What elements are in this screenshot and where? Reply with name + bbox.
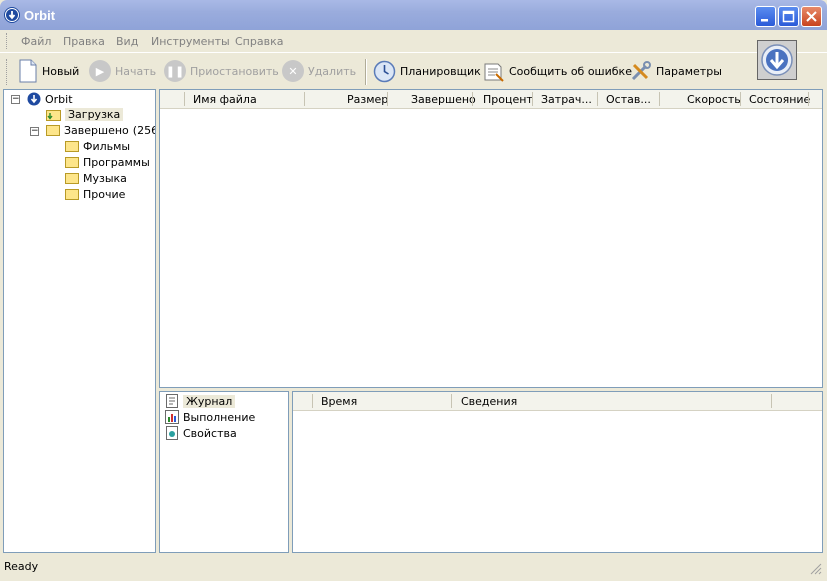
tree-item-completed[interactable]: Завершено (256) <box>46 124 155 137</box>
orbit-download-logo-icon <box>757 40 797 80</box>
report-icon <box>484 63 504 82</box>
detail-tabs: Журнал Выполнение Свойства <box>159 391 289 553</box>
column-divider <box>532 92 533 106</box>
category-tree: − Orbit Загрузка − Завершено (256) Фильм… <box>3 89 156 553</box>
column-elapsed[interactable]: Затрач... <box>541 93 592 106</box>
column-divider <box>304 92 305 106</box>
tab-properties[interactable]: Свойства <box>165 426 237 440</box>
collapse-completed-icon[interactable]: − <box>30 127 39 136</box>
status-text: Ready <box>4 560 39 573</box>
settings-button[interactable]: Параметры <box>629 59 722 83</box>
window-title: Orbit <box>24 8 56 23</box>
new-document-icon <box>19 59 37 83</box>
start-button[interactable]: ▶ Начать <box>89 59 156 83</box>
download-list[interactable]: Имя файла Размер Завершено Процент Затра… <box>159 89 823 388</box>
column-divider <box>808 92 809 106</box>
column-size[interactable]: Размер <box>347 93 388 106</box>
column-speed[interactable]: Скорость <box>687 93 741 106</box>
folder-icon <box>46 125 60 136</box>
column-remaining[interactable]: Остав... <box>606 93 651 106</box>
tree-item-music[interactable]: Музыка <box>65 172 127 185</box>
folder-icon <box>65 141 79 152</box>
column-divider <box>659 92 660 106</box>
column-filename[interactable]: Имя файла <box>193 93 257 106</box>
downloading-folder-icon <box>46 110 61 121</box>
column-status[interactable]: Состояние <box>749 93 810 106</box>
column-time[interactable]: Время <box>321 395 357 408</box>
menu-bar: Файл Правка Вид Инструменты Справка <box>0 30 827 53</box>
column-divider <box>771 394 772 408</box>
toolbar-separator <box>365 59 367 85</box>
clock-icon <box>373 60 396 82</box>
menu-edit[interactable]: Правка <box>63 35 105 48</box>
column-divider <box>597 92 598 106</box>
menu-view[interactable]: Вид <box>116 35 138 48</box>
menu-file[interactable]: Файл <box>21 35 51 48</box>
column-divider <box>472 92 473 106</box>
tree-item-programs[interactable]: Программы <box>65 156 150 169</box>
column-details[interactable]: Сведения <box>461 395 517 408</box>
log-icon <box>166 394 178 408</box>
pause-button[interactable]: ❚❚ Приостановить <box>164 59 279 83</box>
log-list-header: Время Сведения <box>293 392 822 411</box>
play-icon: ▶ <box>89 60 111 82</box>
resize-grip-icon[interactable] <box>810 563 822 575</box>
folder-icon <box>65 173 79 184</box>
column-percent[interactable]: Процент <box>483 93 533 106</box>
download-list-header: Имя файла Размер Завершено Процент Затра… <box>160 90 822 109</box>
close-button[interactable] <box>801 6 822 27</box>
title-bar[interactable]: Orbit <box>0 0 827 30</box>
menu-help[interactable]: Справка <box>235 35 283 48</box>
pause-icon: ❚❚ <box>164 60 186 82</box>
column-completed[interactable]: Завершено <box>411 93 476 106</box>
column-divider <box>740 92 741 106</box>
status-bar: Ready <box>0 557 827 581</box>
tree-item-movies[interactable]: Фильмы <box>65 140 130 153</box>
orbit-icon <box>27 92 41 106</box>
folder-icon <box>65 189 79 200</box>
folder-icon <box>65 157 79 168</box>
column-divider <box>451 394 452 408</box>
delete-button[interactable]: ✕ Удалить <box>282 59 356 83</box>
orbit-logo-icon <box>4 7 20 23</box>
tree-item-other[interactable]: Прочие <box>65 188 125 201</box>
column-divider <box>387 92 388 106</box>
report-bug-button[interactable]: Сообщить об ошибке <box>482 59 632 83</box>
progress-chart-icon <box>165 410 179 424</box>
new-button[interactable]: Новый <box>18 59 79 83</box>
tab-log[interactable]: Журнал <box>165 394 236 408</box>
maximize-button[interactable] <box>778 6 799 27</box>
scheduler-button[interactable]: Планировщик <box>373 59 481 83</box>
column-divider <box>184 92 185 106</box>
main-window: Orbit Файл Правка Вид Инструменты Справк… <box>0 0 827 581</box>
collapse-root-icon[interactable]: − <box>11 95 20 104</box>
properties-icon <box>166 426 178 440</box>
delete-icon: ✕ <box>282 60 304 82</box>
menu-grip <box>6 33 10 49</box>
column-divider <box>312 394 313 408</box>
log-list[interactable]: Время Сведения <box>292 391 823 553</box>
tools-icon <box>631 60 651 80</box>
minimize-button[interactable] <box>755 6 776 27</box>
tree-item-orbit[interactable]: Orbit <box>27 92 73 106</box>
menu-tools[interactable]: Инструменты <box>151 35 230 48</box>
toolbar: Новый ▶ Начать ❚❚ Приостановить ✕ Удалит… <box>0 53 827 89</box>
toolbar-grip <box>6 59 10 85</box>
tab-progress[interactable]: Выполнение <box>165 410 255 424</box>
tree-item-downloading[interactable]: Загрузка <box>46 108 124 121</box>
